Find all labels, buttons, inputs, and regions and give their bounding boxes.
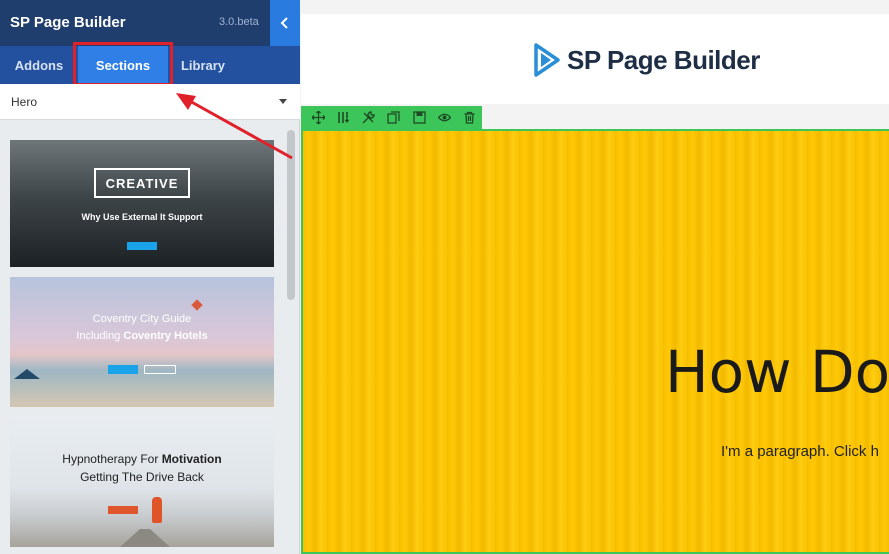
duplicate-section-button[interactable] bbox=[381, 106, 406, 129]
hero-heading[interactable]: How Do bbox=[665, 338, 889, 406]
move-section-button[interactable] bbox=[306, 106, 331, 129]
template-button-decoration bbox=[127, 242, 157, 250]
hero-section[interactable]: How Do I'm a paragraph. Click h bbox=[301, 129, 889, 554]
tab-addons[interactable]: Addons bbox=[0, 46, 78, 84]
delete-icon bbox=[464, 111, 475, 124]
template-box-text: CREATIVE bbox=[94, 168, 190, 198]
road-decoration bbox=[120, 529, 170, 547]
sidebar-tabs: Addons Sections Library bbox=[0, 46, 300, 84]
section-toolbar bbox=[301, 106, 482, 129]
tab-library[interactable]: Library bbox=[168, 46, 238, 84]
kite-decoration bbox=[191, 299, 203, 311]
columns-icon bbox=[338, 112, 350, 123]
version-label: 3.0.beta bbox=[219, 16, 259, 28]
template-heading-line1: Hypnotherapy For Motivation bbox=[10, 452, 274, 466]
logo-play-icon bbox=[534, 43, 560, 77]
columns-button[interactable] bbox=[331, 106, 356, 129]
template-button-decoration bbox=[108, 365, 138, 374]
duplicate-icon bbox=[387, 111, 401, 124]
visibility-icon bbox=[437, 113, 451, 122]
save-icon bbox=[412, 111, 426, 124]
beach-tent-decoration bbox=[14, 369, 40, 379]
section-settings-button[interactable] bbox=[356, 106, 381, 129]
logo-header-section: SP Page Builder bbox=[301, 14, 889, 104]
select-value: Hero bbox=[11, 95, 38, 109]
template-heading: Why Use External It Support bbox=[81, 212, 203, 222]
delete-section-button[interactable] bbox=[457, 106, 482, 129]
template-button-outline-decoration bbox=[144, 365, 176, 374]
template-heading-prefix: Including bbox=[76, 330, 121, 342]
chevron-left-icon bbox=[280, 17, 288, 29]
save-section-button[interactable] bbox=[407, 106, 432, 129]
template-heading-bold: Motivation bbox=[161, 452, 222, 466]
collapse-sidebar-button[interactable] bbox=[270, 0, 300, 46]
template-heading-bold: Coventry Hotels bbox=[123, 330, 208, 342]
logo-text: SP Page Builder bbox=[567, 44, 760, 75]
template-button-decoration bbox=[108, 506, 138, 514]
hero-paragraph[interactable]: I'm a paragraph. Click h bbox=[721, 443, 879, 460]
tab-sections[interactable]: Sections bbox=[78, 46, 168, 84]
sidebar-scrollbar[interactable] bbox=[287, 130, 295, 300]
builder-sidebar: SP Page Builder 3.0.beta Addons Sections… bbox=[0, 0, 300, 554]
caret-down-icon bbox=[279, 99, 287, 104]
section-category-select[interactable]: Hero bbox=[0, 84, 300, 120]
app-window: SP Page Builder 3.0.beta Addons Sections… bbox=[0, 0, 889, 554]
move-icon bbox=[312, 111, 326, 124]
settings-icon bbox=[362, 111, 376, 124]
section-template-creative[interactable]: CREATIVE Why Use External It Support bbox=[10, 140, 274, 267]
template-heading-line2: Including Coventry Hotels bbox=[10, 330, 274, 342]
template-heading-prefix: Hypnotherapy For bbox=[62, 452, 159, 466]
template-heading-line2: Getting The Drive Back bbox=[80, 470, 204, 484]
sidebar-header: SP Page Builder 3.0.beta bbox=[0, 0, 300, 46]
sp-page-builder-logo: SP Page Builder bbox=[533, 42, 760, 78]
person-decoration bbox=[152, 497, 162, 523]
section-template-coventry[interactable]: Coventry City Guide Including Coventry H… bbox=[10, 277, 274, 407]
section-template-hypnotherapy[interactable]: Hypnotherapy For Motivation Getting The … bbox=[10, 417, 274, 547]
toggle-visibility-button[interactable] bbox=[432, 106, 457, 129]
template-heading-line1: Coventry City Guide bbox=[92, 313, 192, 325]
sidebar-title: SP Page Builder bbox=[10, 14, 126, 31]
